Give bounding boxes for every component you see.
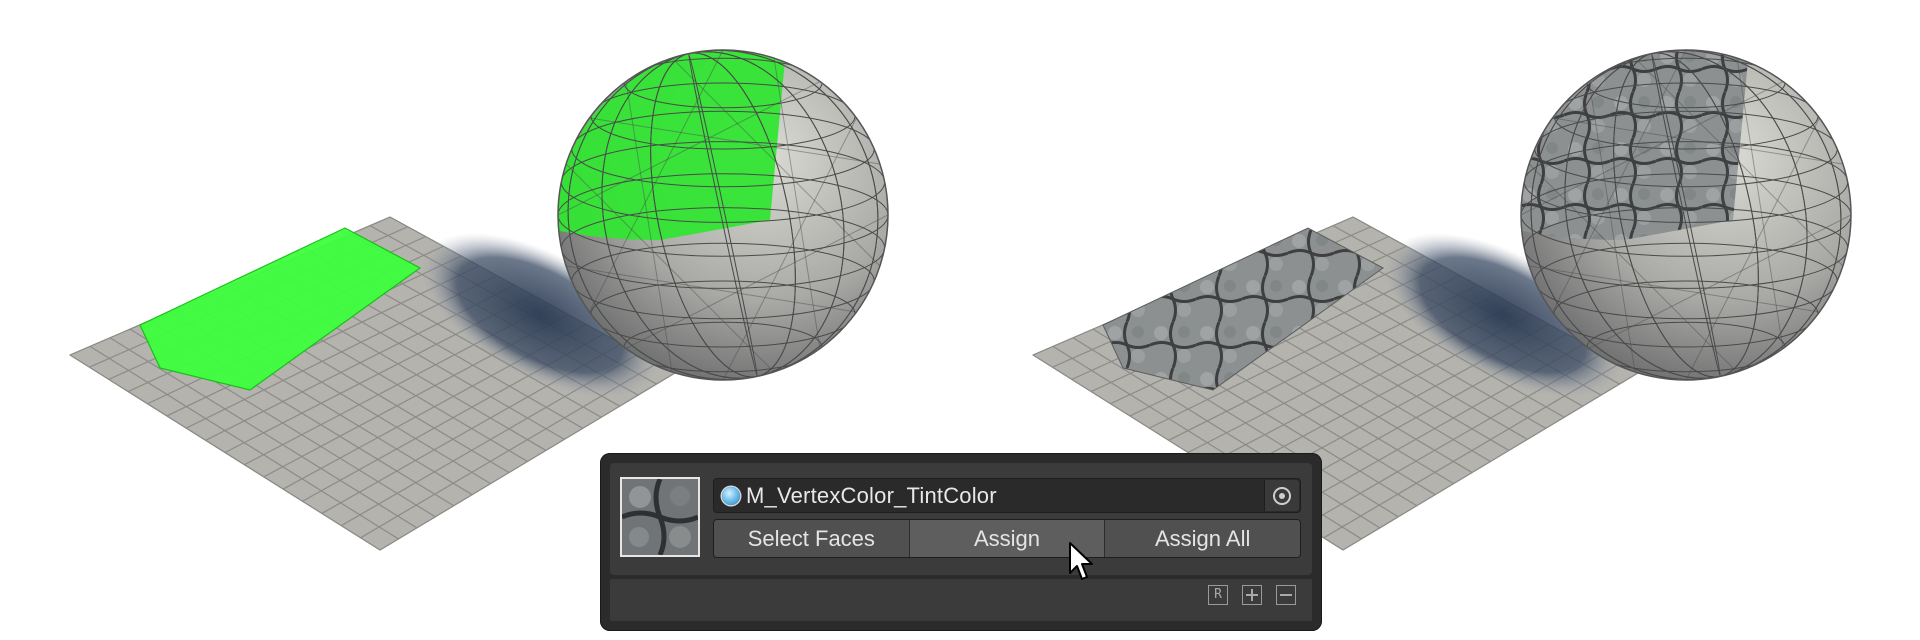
assign-all-button[interactable]: Assign All	[1105, 520, 1300, 557]
material-preview-thumbnail[interactable]	[620, 477, 700, 557]
material-sphere-icon	[722, 486, 740, 505]
select-faces-button[interactable]: Select Faces	[714, 520, 910, 557]
stone-texture-icon	[622, 479, 698, 555]
footer-icon-group: R	[1208, 585, 1296, 605]
panel-footer	[610, 579, 1312, 621]
material-name: M_VertexColor_TintColor	[746, 482, 997, 508]
object-picker-button[interactable]	[1264, 480, 1299, 511]
mouse-cursor-icon	[1069, 542, 1093, 580]
reset-icon[interactable]: R	[1208, 585, 1228, 605]
object-picker-icon	[1273, 486, 1291, 505]
material-object-field[interactable]: M_VertexColor_TintColor	[713, 478, 1301, 513]
add-icon[interactable]	[1242, 585, 1262, 605]
material-palette-panel: M_VertexColor_TintColor Select Faces Ass…	[600, 453, 1322, 631]
action-button-row: Select Faces Assign Assign All	[713, 519, 1301, 558]
remove-icon[interactable]	[1276, 585, 1296, 605]
